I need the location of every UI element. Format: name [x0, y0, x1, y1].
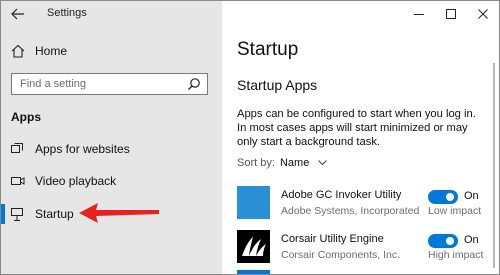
sort-value: Name — [279, 157, 310, 169]
app-publisher: Adobe Systems, Incorporated — [281, 205, 420, 217]
maximize-button[interactable] — [435, 1, 467, 27]
chevron-down-icon — [318, 160, 328, 166]
startup-impact: High impact — [428, 249, 484, 261]
toggle-state: On — [464, 190, 479, 202]
toggle-knob — [446, 237, 454, 245]
search-placeholder: Find a setting — [20, 78, 87, 90]
home-label: Home — [35, 44, 68, 58]
app-title: Settings — [47, 7, 87, 19]
sidebar-item-label: Video playback — [35, 174, 117, 188]
minimize-icon — [414, 14, 424, 15]
sidebar-item-video-playback[interactable]: Video playback — [1, 169, 222, 195]
video-playback-icon — [11, 177, 25, 185]
back-arrow-icon — [11, 8, 24, 20]
corsair-logo-icon — [237, 230, 270, 263]
search-icon — [188, 78, 200, 90]
annotation-arrow-icon — [79, 203, 159, 223]
selected-indicator — [1, 204, 5, 224]
startup-impact: Low impact — [428, 205, 482, 217]
apps-for-websites-icon — [11, 143, 23, 153]
close-button[interactable] — [467, 1, 499, 27]
app-name: Adobe GC Invoker Utility — [281, 189, 402, 201]
sidebar-item-label: Startup — [35, 207, 74, 221]
app-tile-icon — [237, 186, 270, 219]
sidebar-item-home[interactable]: Home — [1, 39, 222, 65]
startup-toggle[interactable] — [428, 234, 458, 248]
back-button[interactable] — [1, 1, 35, 27]
app-tile-icon — [237, 270, 270, 274]
app-publisher: Corsair Components, Inc. — [281, 249, 401, 261]
main-panel: Startup Startup Apps Apps can be configu… — [222, 1, 499, 274]
home-icon — [11, 44, 25, 58]
close-icon — [478, 9, 488, 19]
sort-dropdown[interactable]: Sort by: Name — [237, 157, 328, 169]
minimize-button[interactable] — [403, 1, 435, 27]
section-subtitle: Startup Apps — [237, 77, 318, 93]
sidebar-item-label: Apps for websites — [35, 142, 130, 156]
toggle-knob — [446, 193, 454, 201]
page-title: Startup — [237, 39, 299, 60]
startup-icon — [11, 208, 23, 221]
sidebar-item-apps-for-websites[interactable]: Apps for websites — [1, 137, 222, 163]
description-text: Apps can be configured to start when you… — [237, 108, 476, 149]
sidebar: Settings Home Find a setting Apps Apps f… — [1, 1, 222, 274]
search-input[interactable]: Find a setting — [11, 73, 208, 95]
maximize-icon — [446, 9, 456, 19]
section-title-apps: Apps — [11, 110, 41, 124]
app-name: Corsair Utility Engine — [281, 233, 384, 245]
toggle-state: On — [464, 234, 479, 246]
scrollbar[interactable] — [493, 63, 495, 268]
startup-app-item: Corsair Utility Engine Corsair Component… — [237, 230, 484, 268]
title-bar: Settings — [1, 1, 222, 27]
startup-toggle[interactable] — [428, 190, 458, 204]
sort-label: Sort by: — [237, 157, 275, 169]
startup-app-item: Adobe GC Invoker Utility Adobe Systems, … — [237, 186, 482, 224]
settings-window: Settings Home Find a setting Apps Apps f… — [0, 0, 500, 275]
